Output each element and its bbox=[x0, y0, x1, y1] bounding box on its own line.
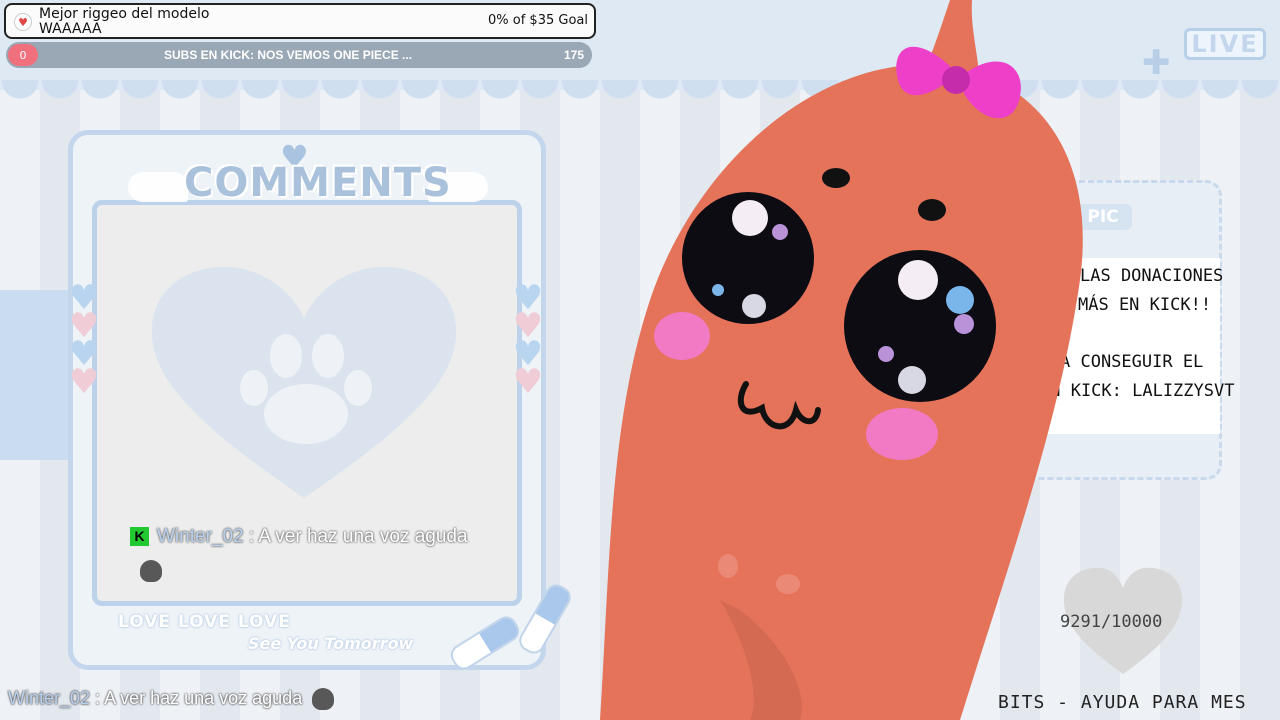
sausage-mascot bbox=[600, 0, 1083, 720]
paw-icon bbox=[240, 334, 372, 444]
skull-emote-icon bbox=[312, 688, 335, 711]
donation-goal-widget: ♥ Mejor riggeo del modelo WAAAAA 0% of $… bbox=[4, 3, 596, 39]
chat-separator: : bbox=[243, 526, 259, 547]
bits-goal-label: BITS - AYUDA PARA MES bbox=[998, 692, 1247, 713]
live-badge: LIVE bbox=[1184, 28, 1266, 60]
chat-message: K Winter_02 : A ver haz una voz aguda bbox=[130, 520, 490, 588]
plus-icon: ✚ bbox=[1142, 43, 1171, 83]
wing-left-decoration bbox=[128, 172, 188, 202]
eye-left bbox=[682, 192, 814, 324]
comments-title: COMMENTS bbox=[184, 160, 452, 206]
heart-icon: ♥ bbox=[14, 13, 32, 31]
subs-current-count: 0 bbox=[8, 44, 38, 66]
subs-goal-text: SUBS EN KICK: NOS VEMOS ONE PIECE ... bbox=[164, 48, 413, 62]
hearts-column-left: ♥ ♥ ♥ ♥ bbox=[64, 281, 104, 402]
chat-text: A ver haz una voz aguda bbox=[258, 526, 468, 547]
heart-icon: ♥ bbox=[68, 362, 100, 402]
topic-line: LAS DONACIONES bbox=[1080, 266, 1224, 286]
subs-goal-bar: 0 SUBS EN KICK: NOS VEMOS ONE PIECE ... … bbox=[6, 42, 592, 68]
eye-right bbox=[844, 250, 996, 402]
kick-icon: K bbox=[130, 527, 149, 547]
chat-username: Winter_02 bbox=[157, 526, 244, 547]
goal-title: Mejor riggeo del modelo bbox=[39, 6, 210, 22]
footer-love-text: LOVE LOVE LOVE bbox=[118, 612, 291, 632]
side-panel-decoration bbox=[0, 290, 70, 460]
skull-emote-icon bbox=[140, 559, 162, 582]
ticker-text: A ver haz una voz aguda bbox=[104, 688, 303, 708]
ticker-username: Winter_02 bbox=[8, 688, 91, 708]
ticker-separator: : bbox=[90, 688, 105, 708]
footer-tomorrow-text: See You Tomorrow bbox=[248, 634, 414, 653]
goal-subtitle: WAAAAA bbox=[39, 21, 102, 37]
chat-ticker: Winter_02 : A ver haz una voz aguda bbox=[8, 688, 335, 711]
